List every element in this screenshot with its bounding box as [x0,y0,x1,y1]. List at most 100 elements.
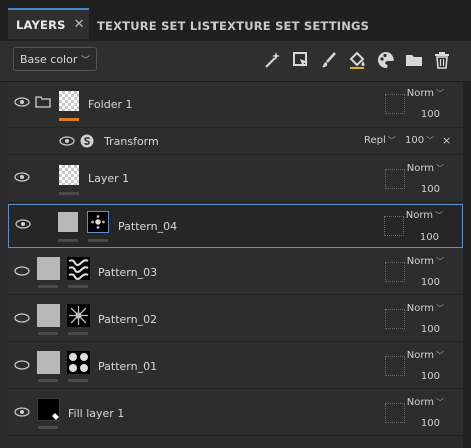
mask-slot[interactable] [385,403,405,423]
channel-dropdown-value: Base color [20,52,78,66]
blend-mode-value: Norm [406,256,434,267]
layer-color-bar [38,379,58,382]
chevron-down-icon: ﹀ [387,136,396,145]
opacity-value[interactable]: 100 [420,232,439,243]
opacity-value[interactable]: 100 [421,371,440,382]
chevron-down-icon: ﹀ [436,351,444,360]
mask-color-bar [88,239,108,242]
blend-mode-dropdown[interactable]: Norm ﹀ [407,350,444,361]
layer-name: Pattern_01 [98,360,158,373]
eye-closed-icon[interactable] [14,313,30,323]
layer-color-bar [38,332,58,335]
layer-row-layer-1[interactable]: Layer 1 Norm ﹀ 100 [8,155,463,203]
layer-name: Pattern_04 [118,220,178,233]
chevron-down-icon: ﹀ [435,211,443,220]
chevron-down-icon: ﹀ [436,257,444,266]
blend-mode-value: Norm [405,210,433,221]
blend-mode-dropdown[interactable]: Norm ﹀ [407,256,444,267]
chevron-down-icon: ﹀ [80,56,90,66]
opacity-value[interactable]: 100 [421,418,440,429]
blend-mode-dropdown[interactable]: Repl ﹀ [364,135,396,146]
layer-thumbnail [37,304,60,327]
eye-icon[interactable] [14,172,30,182]
blend-mode-dropdown[interactable]: Norm ﹀ [406,210,443,221]
tab-layers[interactable]: LAYERS ✕ [8,8,89,39]
layer-row-folder-1[interactable]: Folder 1 Norm ﹀ 100 [8,82,463,128]
layer-name: Layer 1 [88,172,130,185]
blend-mode-value: Norm [406,350,434,361]
mask-color-bar [68,332,88,335]
pattern-mask-thumbnail[interactable] [87,211,109,233]
opacity-value[interactable]: 100 [421,277,440,288]
eye-closed-icon[interactable] [14,266,30,276]
layer-stack: Folder 1 Norm ﹀ 100 Transform Repl ﹀ 100 ﹀ … [8,82,463,448]
layer-color-bar [38,426,58,429]
palette-icon[interactable] [376,50,396,70]
layer-thumbnail [37,351,60,374]
mask-slot[interactable] [385,309,405,329]
paint-brush-icon[interactable] [319,50,339,70]
eye-icon[interactable] [14,407,30,417]
mask-slot[interactable] [384,216,404,236]
mask-slot[interactable] [385,262,405,282]
blend-mode-dropdown[interactable]: Norm ﹀ [407,163,444,174]
layer-row-pattern-03[interactable]: Pattern_03 Norm ﹀ 100 [8,248,463,295]
layer-name: Pattern_03 [98,266,158,279]
blend-mode-value: Norm [406,303,434,314]
eye-icon[interactable] [15,219,31,229]
layer-thumbnail [37,257,60,280]
mask-slot[interactable] [385,356,405,376]
blend-mode-value: Repl [364,135,386,146]
blend-mode-dropdown[interactable]: Norm ﹀ [407,88,444,99]
eye-icon[interactable] [14,97,30,107]
mask-color-bar [68,285,88,288]
mask-color-bar [68,379,88,382]
tab-texture-set-list-label: TEXTURE SET LIST [97,18,219,33]
effect-name: Transform [104,135,159,148]
layer-name: Folder 1 [88,98,133,111]
magic-wand-icon[interactable] [262,50,282,70]
eye-closed-icon[interactable] [14,360,30,370]
layer-row-pattern-01[interactable]: Pattern_01 Norm ﹀ 100 [8,342,463,389]
layer-color-bar [59,192,79,195]
close-icon[interactable]: ✕ [74,17,85,32]
scrollbar[interactable] [463,82,471,448]
blend-mode-dropdown[interactable]: Norm ﹀ [407,397,444,408]
pattern-mask-thumbnail[interactable] [67,304,90,327]
blend-mode-value: Norm [406,397,434,408]
mask-slot[interactable] [385,94,405,114]
channel-dropdown[interactable]: Base color ﹀ [13,47,97,71]
opacity-value[interactable]: 100 [421,109,440,120]
opacity-dropdown[interactable]: 100 ﹀ [405,135,434,146]
panel-tab-bar: LAYERS ✕ TEXTURE SET LIST TEXTURE SET SE… [0,0,471,41]
transform-icon [80,134,94,148]
mask-slot[interactable] [385,169,405,189]
layer-name: Pattern_02 [98,313,158,326]
blend-mode-value: Norm [406,163,434,174]
blend-mode-value: Norm [406,88,434,99]
close-icon[interactable]: × [442,134,451,147]
effect-row-transform[interactable]: Transform Repl ﹀ 100 ﹀ × [8,128,463,155]
chevron-down-icon: ﹀ [436,164,444,173]
layer-row-fill-layer-1[interactable]: Fill layer 1 Norm ﹀ 100 [8,389,463,436]
trash-icon[interactable] [432,50,452,70]
opacity-value[interactable]: 100 [421,184,440,195]
layer-color-bar [38,285,58,288]
pattern-mask-thumbnail[interactable] [67,257,90,280]
opacity-value: 100 [405,135,425,146]
folder-icon[interactable] [404,50,424,70]
folder-icon [35,96,51,108]
pattern-mask-thumbnail[interactable] [67,351,90,374]
chevron-down-icon: ﹀ [426,136,435,145]
layer-row-pattern-04[interactable]: Pattern_04 Norm ﹀ 100 [8,204,463,248]
opacity-value[interactable]: 100 [421,324,440,335]
tab-texture-set-settings[interactable]: TEXTURE SET SETTINGS [211,10,369,41]
layer-row-pattern-02[interactable]: Pattern_02 Norm ﹀ 100 [8,295,463,342]
blend-mode-dropdown[interactable]: Norm ﹀ [407,303,444,314]
tab-texture-set-list[interactable]: TEXTURE SET LIST [97,10,218,41]
layer-thumbnail [59,91,79,111]
eye-icon[interactable] [59,136,75,146]
paint-bucket-icon[interactable] [347,50,367,70]
layer-thumbnail [58,212,78,232]
fill-bucket-icon[interactable] [291,50,311,70]
